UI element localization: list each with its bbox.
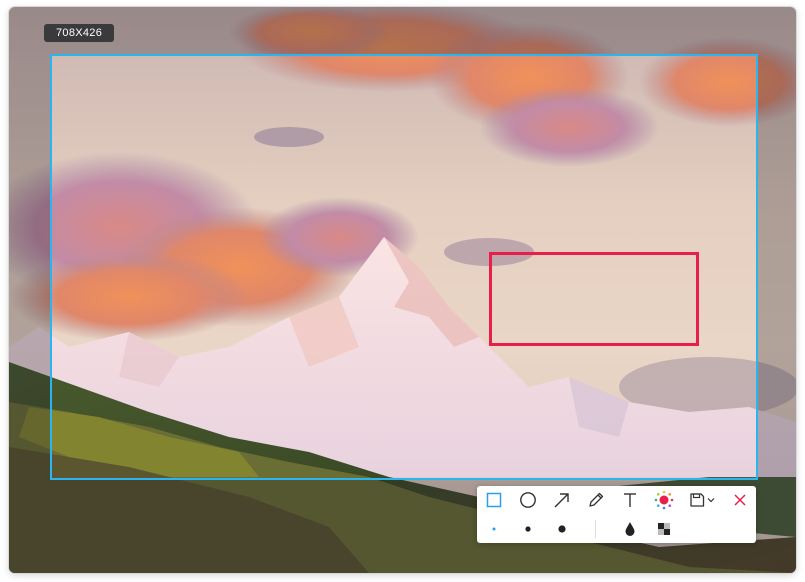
color-picker-button[interactable] [650,487,678,513]
pen-tool-button[interactable] [582,487,610,513]
chevron-down-icon [707,496,715,504]
droplet-icon [624,521,636,537]
close-icon [733,493,747,507]
rectangle-tool-button[interactable] [480,487,508,513]
mask-top [9,7,796,54]
mosaic-tool-button[interactable] [650,516,678,542]
ellipse-tool-button[interactable] [514,487,542,513]
square-icon [486,492,502,508]
save-button[interactable] [684,487,720,513]
mosaic-icon [657,522,671,536]
pencil-icon [587,491,605,509]
blur-tool-button[interactable] [616,516,644,542]
close-button[interactable] [726,487,754,513]
arrow-icon [553,491,571,509]
rectangle-annotation[interactable] [489,252,699,346]
stroke-large-button[interactable] [548,516,576,542]
toolbar-divider [595,520,596,538]
circle-icon [519,491,537,509]
arrow-tool-button[interactable] [548,487,576,513]
annotation-toolbar [477,486,756,543]
dot-large-icon [557,524,567,534]
save-icon [689,492,705,508]
color-wheel-icon [654,490,674,510]
dot-medium-icon [524,525,532,533]
mask-right [756,54,796,478]
dot-small-icon [491,526,497,532]
text-tool-button[interactable] [616,487,644,513]
text-t-icon [621,491,639,509]
mask-left [9,54,50,478]
stroke-small-button[interactable] [480,516,508,542]
stroke-medium-button[interactable] [514,516,542,542]
selection-size-label: 708X426 [44,24,115,42]
